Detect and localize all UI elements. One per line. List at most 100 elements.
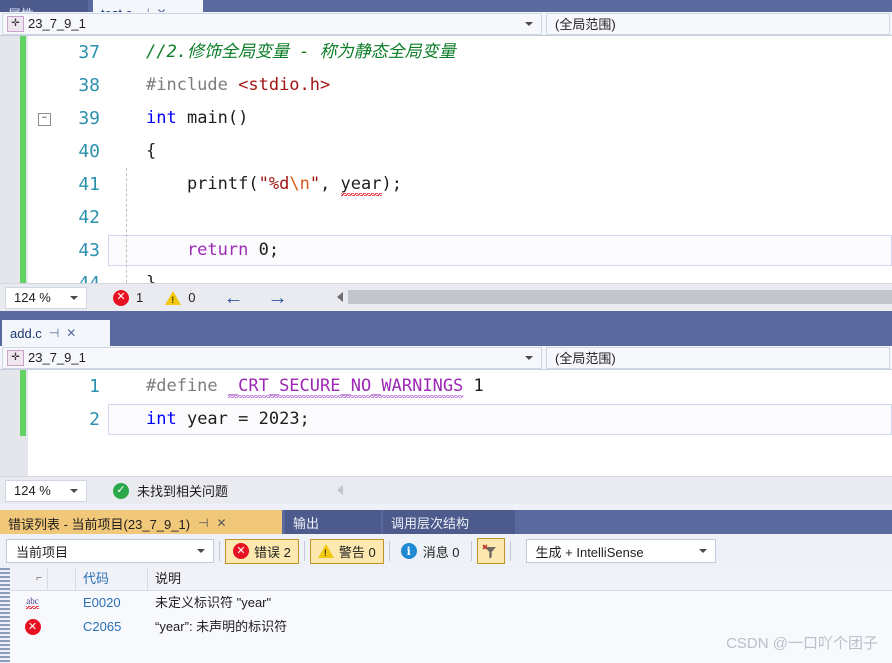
pin-icon[interactable]: ⊣ <box>49 326 59 340</box>
editor-bottom-tabstrip: add.c ⊣ ✕ <box>0 318 892 346</box>
code-token: year = <box>176 409 259 429</box>
project-dropdown-bottom-value: 23_7_9_1 <box>28 350 86 365</box>
members-icon: ✛ <box>7 15 24 32</box>
tab-test-c[interactable]: test.c ⊣ ✕ <box>93 0 203 12</box>
warning-count-top: 0 <box>188 290 196 305</box>
checkmark-icon: ✓ <box>113 482 129 499</box>
row-code[interactable]: E0020 <box>76 591 148 615</box>
tab-call-hierarchy[interactable]: 调用层次结构 <box>383 510 515 534</box>
tab-add-c[interactable]: add.c ⊣ ✕ <box>2 320 110 346</box>
code-token: return <box>146 240 249 260</box>
code-editor-test-c[interactable]: 37 38 39 40 41 42 43 44 − //2.修饰全局变量 - 称为静态全局变量… <box>0 36 892 283</box>
change-bar-top <box>20 36 26 283</box>
warning-indicator-top[interactable]: 0 <box>165 290 195 305</box>
warnings-filter-button[interactable]: 警告 0 <box>309 538 384 564</box>
scroll-left-icon[interactable] <box>337 485 343 495</box>
code-token: ( <box>248 174 259 194</box>
errors-filter-button[interactable]: ✕ 错误 2 <box>225 538 299 564</box>
no-issues-message: 未找到相关问题 <box>137 484 229 499</box>
code-token: //2.修饰全局变量 - 称为静态全局变量 <box>146 42 456 62</box>
errors-filter-label: 错误 2 <box>254 544 291 560</box>
clear-filter-icon[interactable] <box>476 538 505 564</box>
column-header-description[interactable]: 说明 <box>148 568 892 590</box>
messages-filter-label: 消息 0 <box>422 544 460 560</box>
project-dropdown-top[interactable]: ✛ 23_7_9_1 <box>2 12 542 35</box>
messages-filter-button[interactable]: i 消息 0 <box>395 542 466 561</box>
code-surface-bottom[interactable]: #define _CRT_SECURE_NO_WARNINGS 1 int yea… <box>108 370 892 476</box>
tab-error-list[interactable]: 错误列表 - 当前项目(23_7_9_1) ⊣ ✕ <box>0 510 282 534</box>
zoom-level-top-value: 124 % <box>14 290 51 305</box>
warning-icon <box>317 544 334 558</box>
column-header-icon[interactable]: ⌐ <box>10 568 48 590</box>
column-header-code[interactable]: 代码 <box>76 568 148 590</box>
pin-icon[interactable]: ⊣ <box>198 516 208 530</box>
zoom-level-dropdown-top[interactable]: 124 % <box>5 286 87 309</box>
chevron-down-icon <box>525 355 533 360</box>
code-line[interactable]: int year = 2023; <box>146 403 310 436</box>
splitter-bar[interactable] <box>0 311 892 318</box>
editor-top-tabstrip: 属性 test.c ⊣ ✕ <box>0 0 892 12</box>
close-icon[interactable]: ✕ <box>66 326 76 340</box>
row-description: 未定义标识符 "year" <box>155 595 272 610</box>
line-number: 2 <box>89 409 100 430</box>
no-issues-indicator[interactable]: ✓ 未找到相关问题 <box>113 481 228 500</box>
code-line[interactable]: int main() <box>146 102 248 135</box>
error-icon: ✕ <box>24 619 41 635</box>
tab-properties-label: 属性 <box>8 4 34 13</box>
scrollbar-thumb[interactable] <box>348 290 892 304</box>
intellisense-squiggle-icon: abc <box>10 591 48 615</box>
warnings-filter-label: 警告 0 <box>338 544 376 560</box>
line-number: 42 <box>78 207 100 228</box>
code-line[interactable]: return 0; <box>146 234 279 267</box>
error-list-panel: 错误列表 - 当前项目(23_7_9_1) ⊣ ✕ 输出 调用层次结构 当前项目… <box>0 510 892 663</box>
code-line[interactable]: #include <stdio.h> <box>146 69 330 102</box>
code-line[interactable]: printf("%d\n", year); <box>146 168 402 201</box>
row-code[interactable]: C2065 <box>76 615 148 639</box>
horizontal-scrollbar-top[interactable] <box>332 289 892 305</box>
scope-filter-value: 当前项目 <box>16 544 69 560</box>
toolbar-divider <box>509 541 511 561</box>
code-token: int <box>146 108 177 128</box>
code-line[interactable]: } <box>146 267 156 283</box>
scope-dropdown-top-value: (全局范围) <box>555 17 616 32</box>
panel-tabstrip: 错误列表 - 当前项目(23_7_9_1) ⊣ ✕ 输出 调用层次结构 <box>0 510 892 534</box>
close-icon[interactable]: ✕ <box>217 516 227 530</box>
line-number: 37 <box>78 42 100 63</box>
line-number: 1 <box>89 376 100 397</box>
visual-studio-window: 属性 test.c ⊣ ✕ ✛ 23_7_9_1 (全局范围) 37 38 39 40… <box>0 0 892 663</box>
code-surface-top[interactable]: − //2.修饰全局变量 - 称为静态全局变量 #include <stdio.h… <box>38 36 892 283</box>
project-dropdown-bottom[interactable]: ✛ 23_7_9_1 <box>2 346 542 369</box>
editor-top-status-bar: 124 % ✕ 1 0 ← → <box>0 283 892 311</box>
panel-left-scrollbar[interactable] <box>0 568 10 663</box>
table-row[interactable]: abc E0020 未定义标识符 "year" <box>10 591 892 615</box>
tab-properties[interactable]: 属性 <box>0 0 88 12</box>
editor-bottom-status-bar: 124 % ✓ 未找到相关问题 <box>0 476 892 504</box>
navigate-forward-icon[interactable]: → <box>267 288 287 308</box>
code-line[interactable]: #define _CRT_SECURE_NO_WARNINGS 1 <box>146 370 484 403</box>
editor-bottom-navigation-bar: ✛ 23_7_9_1 (全局范围) <box>0 346 892 370</box>
scroll-left-icon[interactable] <box>337 292 343 302</box>
indent-guide <box>126 168 127 283</box>
code-token: } <box>146 273 157 283</box>
build-intellisense-dropdown[interactable]: 生成 + IntelliSense <box>525 539 716 563</box>
tab-output[interactable]: 输出 <box>285 510 381 534</box>
code-line[interactable]: { <box>146 135 156 168</box>
error-indicator-top[interactable]: ✕ 1 <box>113 289 143 306</box>
code-line[interactable]: //2.修饰全局变量 - 称为静态全局变量 <box>146 36 456 69</box>
scope-filter-dropdown[interactable]: 当前项目 <box>6 539 214 563</box>
collapse-icon[interactable]: − <box>38 113 51 126</box>
code-token: , <box>320 174 341 194</box>
column-header-severity[interactable] <box>48 568 76 590</box>
left-chrome-rail <box>0 318 2 346</box>
horizontal-scrollbar-bottom[interactable] <box>332 482 892 498</box>
intellisense-squiggle-icon: abc <box>26 597 39 609</box>
info-icon: i <box>400 543 417 559</box>
navigate-back-icon[interactable]: ← <box>223 288 243 308</box>
code-token: ); <box>381 174 402 194</box>
code-editor-add-c[interactable]: 1 2 #define _CRT_SECURE_NO_WARNINGS 1 int … <box>0 370 892 476</box>
scope-dropdown-bottom[interactable]: (全局范围) <box>546 346 890 369</box>
error-icon: ✕ <box>233 543 249 559</box>
change-bar-bottom <box>20 370 26 436</box>
scope-dropdown-top[interactable]: (全局范围) <box>546 12 890 35</box>
zoom-level-dropdown-bottom[interactable]: 124 % <box>5 479 87 502</box>
